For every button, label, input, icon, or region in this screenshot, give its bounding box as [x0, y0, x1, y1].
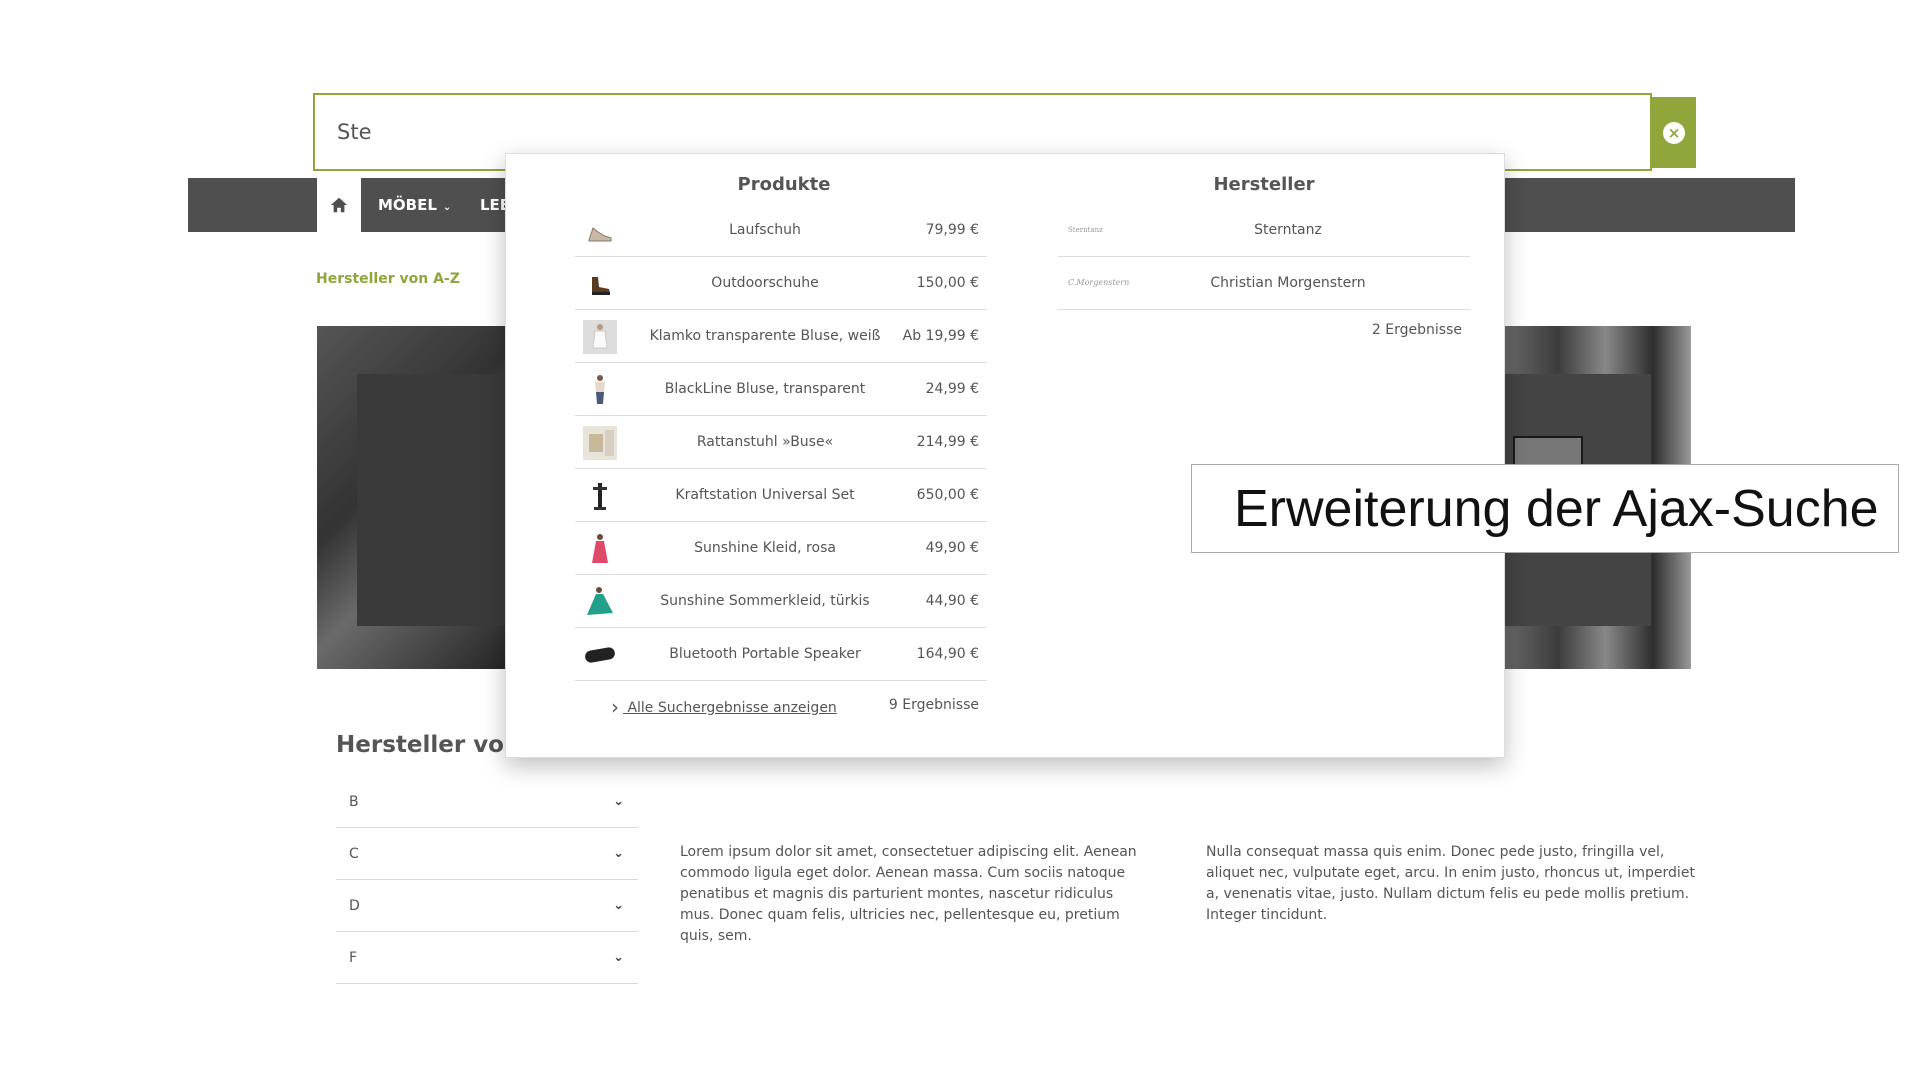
manufacturer-result-count: 2 Ergebnisse: [1371, 322, 1462, 338]
product-price: 150,00 €: [916, 275, 979, 291]
product-result-row[interactable]: Outdoorschuhe 150,00 €: [575, 257, 987, 310]
product-thumbnail-speaker: [585, 647, 615, 663]
manufacturer-logo: Sterntanz: [1068, 226, 1103, 234]
home-icon: [330, 197, 348, 213]
az-accordion: B ⌄ C ⌄ D ⌄ F ⌄: [336, 776, 638, 984]
product-result-row[interactable]: Bluetooth Portable Speaker 164,90 €: [575, 628, 987, 681]
product-result-row[interactable]: Kraftstation Universal Set 650,00 €: [575, 469, 987, 522]
accordion-item-c[interactable]: C ⌄: [336, 828, 638, 880]
breadcrumb[interactable]: Hersteller von A-Z: [316, 271, 460, 287]
product-result-row[interactable]: Sunshine Kleid, rosa 49,90 €: [575, 522, 987, 575]
product-price: 214,99 €: [916, 434, 979, 450]
product-name: Sunshine Kleid, rosa: [694, 540, 836, 556]
chevron-down-icon: ⌄: [613, 898, 624, 913]
product-result-row[interactable]: Sunshine Sommerkleid, türkis 44,90 €: [575, 575, 987, 628]
manufacturer-name: Christian Morgenstern: [1210, 275, 1366, 291]
body-text-2: Nulla consequat massa quis enim. Donec p…: [1206, 844, 1695, 923]
accordion-item-b[interactable]: B ⌄: [336, 776, 638, 828]
product-price: 24,99 €: [925, 381, 979, 397]
search-suggestions-dropdown: Produkte Hersteller Laufschuh 79,99 € Ou…: [505, 153, 1505, 758]
product-result-row[interactable]: Klamko transparente Bluse, weiß Ab 19,99…: [575, 310, 987, 363]
product-price: 164,90 €: [916, 646, 979, 662]
accordion-letter: D: [349, 897, 360, 914]
product-thumbnail-dress-teal: [587, 587, 613, 615]
product-results-footer: › Alle Suchergebnisse anzeigen 9 Ergebni…: [575, 681, 987, 731]
product-results-list: Laufschuh 79,99 € Outdoorschuhe 150,00 €…: [575, 204, 987, 731]
manufacturer-result-row[interactable]: Sterntanz Sterntanz: [1058, 204, 1470, 257]
chevron-down-icon: ⌄: [613, 794, 624, 809]
az-section-title: Hersteller von: [336, 732, 521, 758]
manufacturer-results-list: Sterntanz Sterntanz C.Morgenstern Christ…: [1058, 204, 1470, 350]
product-thumbnail-boot: [592, 277, 610, 295]
manufacturer-results-footer: 2 Ergebnisse: [1058, 310, 1470, 350]
product-name: Klamko transparente Bluse, weiß: [649, 328, 881, 344]
accordion-item-f[interactable]: F ⌄: [336, 932, 638, 984]
product-price: 44,90 €: [925, 593, 979, 609]
product-thumbnail-dress-pink: [592, 534, 608, 563]
chevron-right-icon: ›: [611, 695, 619, 719]
product-price: 650,00 €: [916, 487, 979, 503]
search-clear-button[interactable]: ×: [1652, 97, 1696, 168]
nav-item-moebel[interactable]: MÖBEL ⌄: [378, 178, 451, 232]
hero-image-left: [317, 326, 517, 669]
manufacturer-name: Sterntanz: [1254, 222, 1322, 238]
product-name: Laufschuh: [729, 222, 801, 238]
manufacturer-result-row[interactable]: C.Morgenstern Christian Morgenstern: [1058, 257, 1470, 310]
product-price: 79,99 €: [925, 222, 979, 238]
show-all-results-link[interactable]: › Alle Suchergebnisse anzeigen: [611, 695, 837, 719]
close-circle-icon: ×: [1663, 121, 1685, 144]
product-name: Kraftstation Universal Set: [675, 487, 855, 503]
accordion-letter: B: [349, 793, 359, 810]
chevron-down-icon: ⌄: [613, 846, 624, 861]
accordion-item-d[interactable]: D ⌄: [336, 880, 638, 932]
accordion-letter: F: [349, 949, 358, 966]
product-result-count: 9 Ergebnisse: [888, 697, 979, 713]
chevron-down-icon: ⌄: [442, 202, 452, 213]
show-all-results-label: Alle Suchergebnisse anzeigen: [623, 700, 837, 716]
product-thumbnail-blouse-model: [595, 375, 605, 404]
feature-annotation-text: Erweiterung der Ajax-Suche: [1234, 479, 1879, 538]
product-price: Ab 19,99 €: [902, 328, 979, 344]
manufacturer-logo: C.Morgenstern: [1068, 278, 1130, 287]
product-thumbnail-gym: [593, 483, 607, 510]
product-result-row[interactable]: Rattanstuhl »Buse« 214,99 €: [575, 416, 987, 469]
accordion-letter: C: [349, 845, 359, 862]
product-thumbnail-chair: [583, 426, 617, 460]
chevron-down-icon: ⌄: [613, 950, 624, 965]
product-thumbnail-shoe: [588, 227, 612, 242]
product-name: Rattanstuhl »Buse«: [696, 434, 834, 450]
product-result-row[interactable]: Laufschuh 79,99 €: [575, 204, 987, 257]
body-text-1: Lorem ipsum dolor sit amet, consectetuer…: [680, 844, 1137, 944]
manufacturers-heading: Hersteller: [1213, 174, 1315, 195]
product-name: Sunshine Sommerkleid, türkis: [660, 593, 870, 609]
products-heading: Produkte: [737, 174, 831, 195]
product-thumbnail-blouse-white: [583, 320, 617, 354]
nav-home[interactable]: [317, 178, 361, 232]
product-name: Bluetooth Portable Speaker: [669, 646, 861, 662]
feature-annotation-box: Erweiterung der Ajax-Suche: [1191, 464, 1899, 553]
product-name: Outdoorschuhe: [711, 275, 819, 291]
product-name: BlackLine Bluse, transparent: [664, 381, 866, 397]
product-price: 49,90 €: [925, 540, 979, 556]
nav-item-label: MÖBEL: [378, 196, 437, 214]
product-result-row[interactable]: BlackLine Bluse, transparent 24,99 €: [575, 363, 987, 416]
